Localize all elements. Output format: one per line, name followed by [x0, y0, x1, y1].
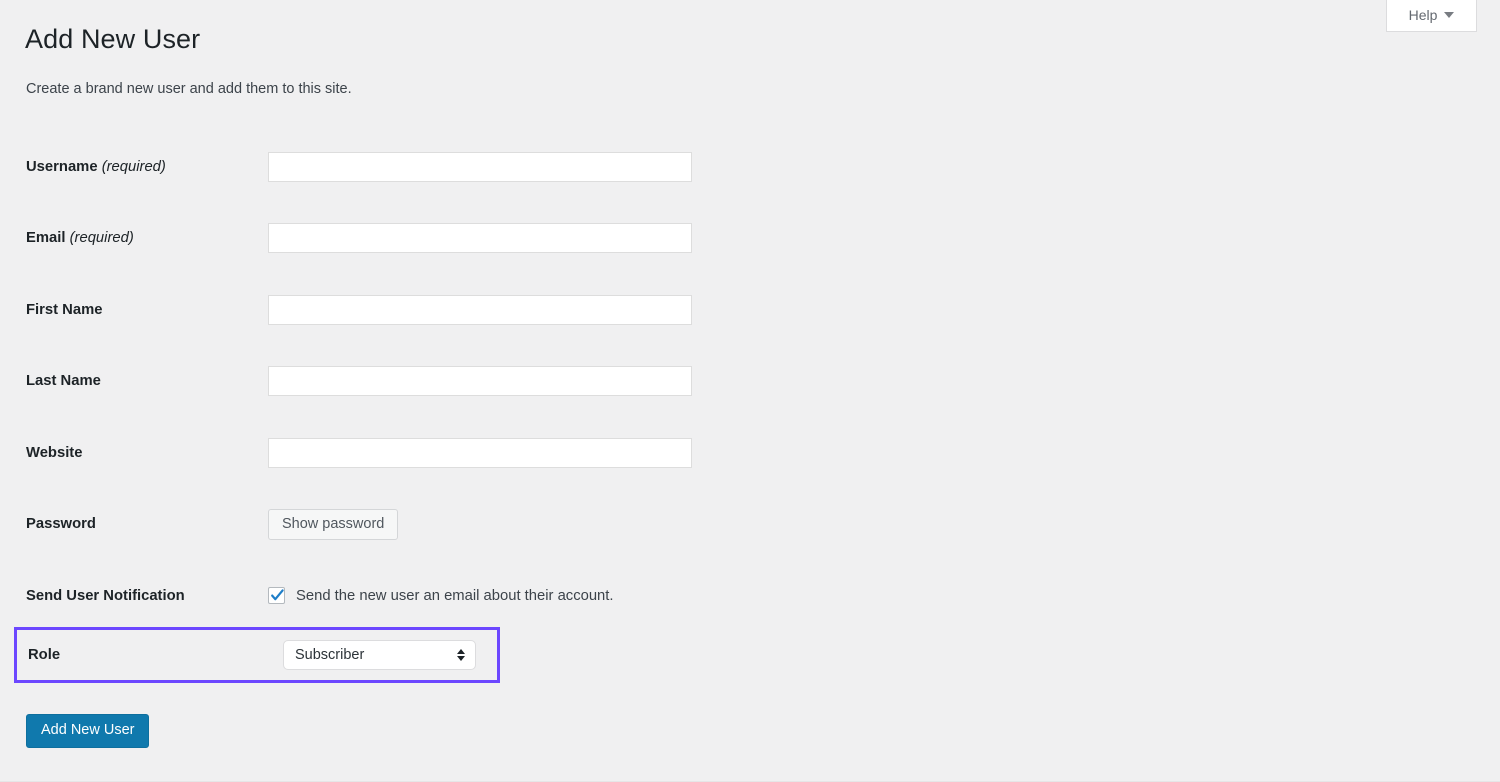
field-cell-website	[268, 437, 760, 468]
label-password: Password	[26, 516, 96, 533]
field-cell-email	[268, 223, 760, 254]
stepper-up-arrow	[457, 649, 465, 654]
add-new-user-button[interactable]: Add New User	[26, 714, 150, 748]
label-website: Website	[26, 444, 83, 461]
field-cell-send-user-notification: Send the new user an email about their a…	[268, 587, 760, 605]
form-row-website: Website	[0, 417, 760, 489]
website-input[interactable]	[268, 437, 692, 468]
field-cell-last-name	[268, 366, 760, 397]
label-email: Email (required)	[26, 230, 134, 247]
send-notification-checkbox-wrap[interactable]: Send the new user an email about their a…	[268, 587, 614, 605]
add-new-user-form: Username (required) Email (required) Fir…	[0, 131, 760, 632]
first-name-input[interactable]	[268, 294, 692, 325]
role-row-highlighted: Role Subscriber	[14, 627, 500, 683]
form-row-send-user-notification: Send User Notification Send the new user…	[0, 560, 760, 632]
send-notification-label: Send the new user an email about their a…	[296, 587, 614, 604]
label-send-user-notification: Send User Notification	[26, 587, 185, 604]
help-tab-label: Help	[1408, 7, 1438, 23]
page-title: Add New User	[25, 24, 201, 54]
label-first-name: First Name	[26, 301, 103, 318]
field-cell-first-name	[268, 294, 760, 325]
stepper-down-arrow	[457, 656, 465, 661]
label-username: Username (required)	[26, 158, 166, 175]
submit-area: Add New User	[26, 714, 150, 748]
last-name-input[interactable]	[268, 366, 692, 397]
chevron-down-icon	[1444, 12, 1455, 18]
username-input[interactable]	[268, 151, 692, 182]
send-notification-checkbox[interactable]	[268, 587, 285, 605]
checkmark-icon	[271, 589, 284, 601]
form-row-password: Password Show password	[0, 489, 760, 561]
help-tab[interactable]: Help	[1386, 0, 1477, 32]
form-row-email: Email (required)	[0, 203, 760, 275]
label-last-name: Last Name	[26, 373, 101, 390]
form-row-username: Username (required)	[0, 131, 760, 203]
show-password-button[interactable]: Show password	[268, 508, 399, 540]
page-subtitle: Create a brand new user and add them to …	[26, 81, 352, 97]
email-input[interactable]	[268, 223, 692, 254]
up-down-stepper-icon	[457, 649, 465, 661]
form-row-first-name: First Name	[0, 274, 760, 346]
required-note: (required)	[69, 230, 134, 247]
label-role: Role	[28, 647, 61, 663]
role-select[interactable]: Subscriber	[283, 640, 476, 670]
field-cell-username	[268, 151, 760, 182]
form-row-last-name: Last Name	[0, 346, 760, 418]
field-cell-password: Show password	[268, 508, 760, 540]
required-note: (required)	[101, 158, 166, 175]
role-select-value: Subscriber	[295, 647, 365, 663]
